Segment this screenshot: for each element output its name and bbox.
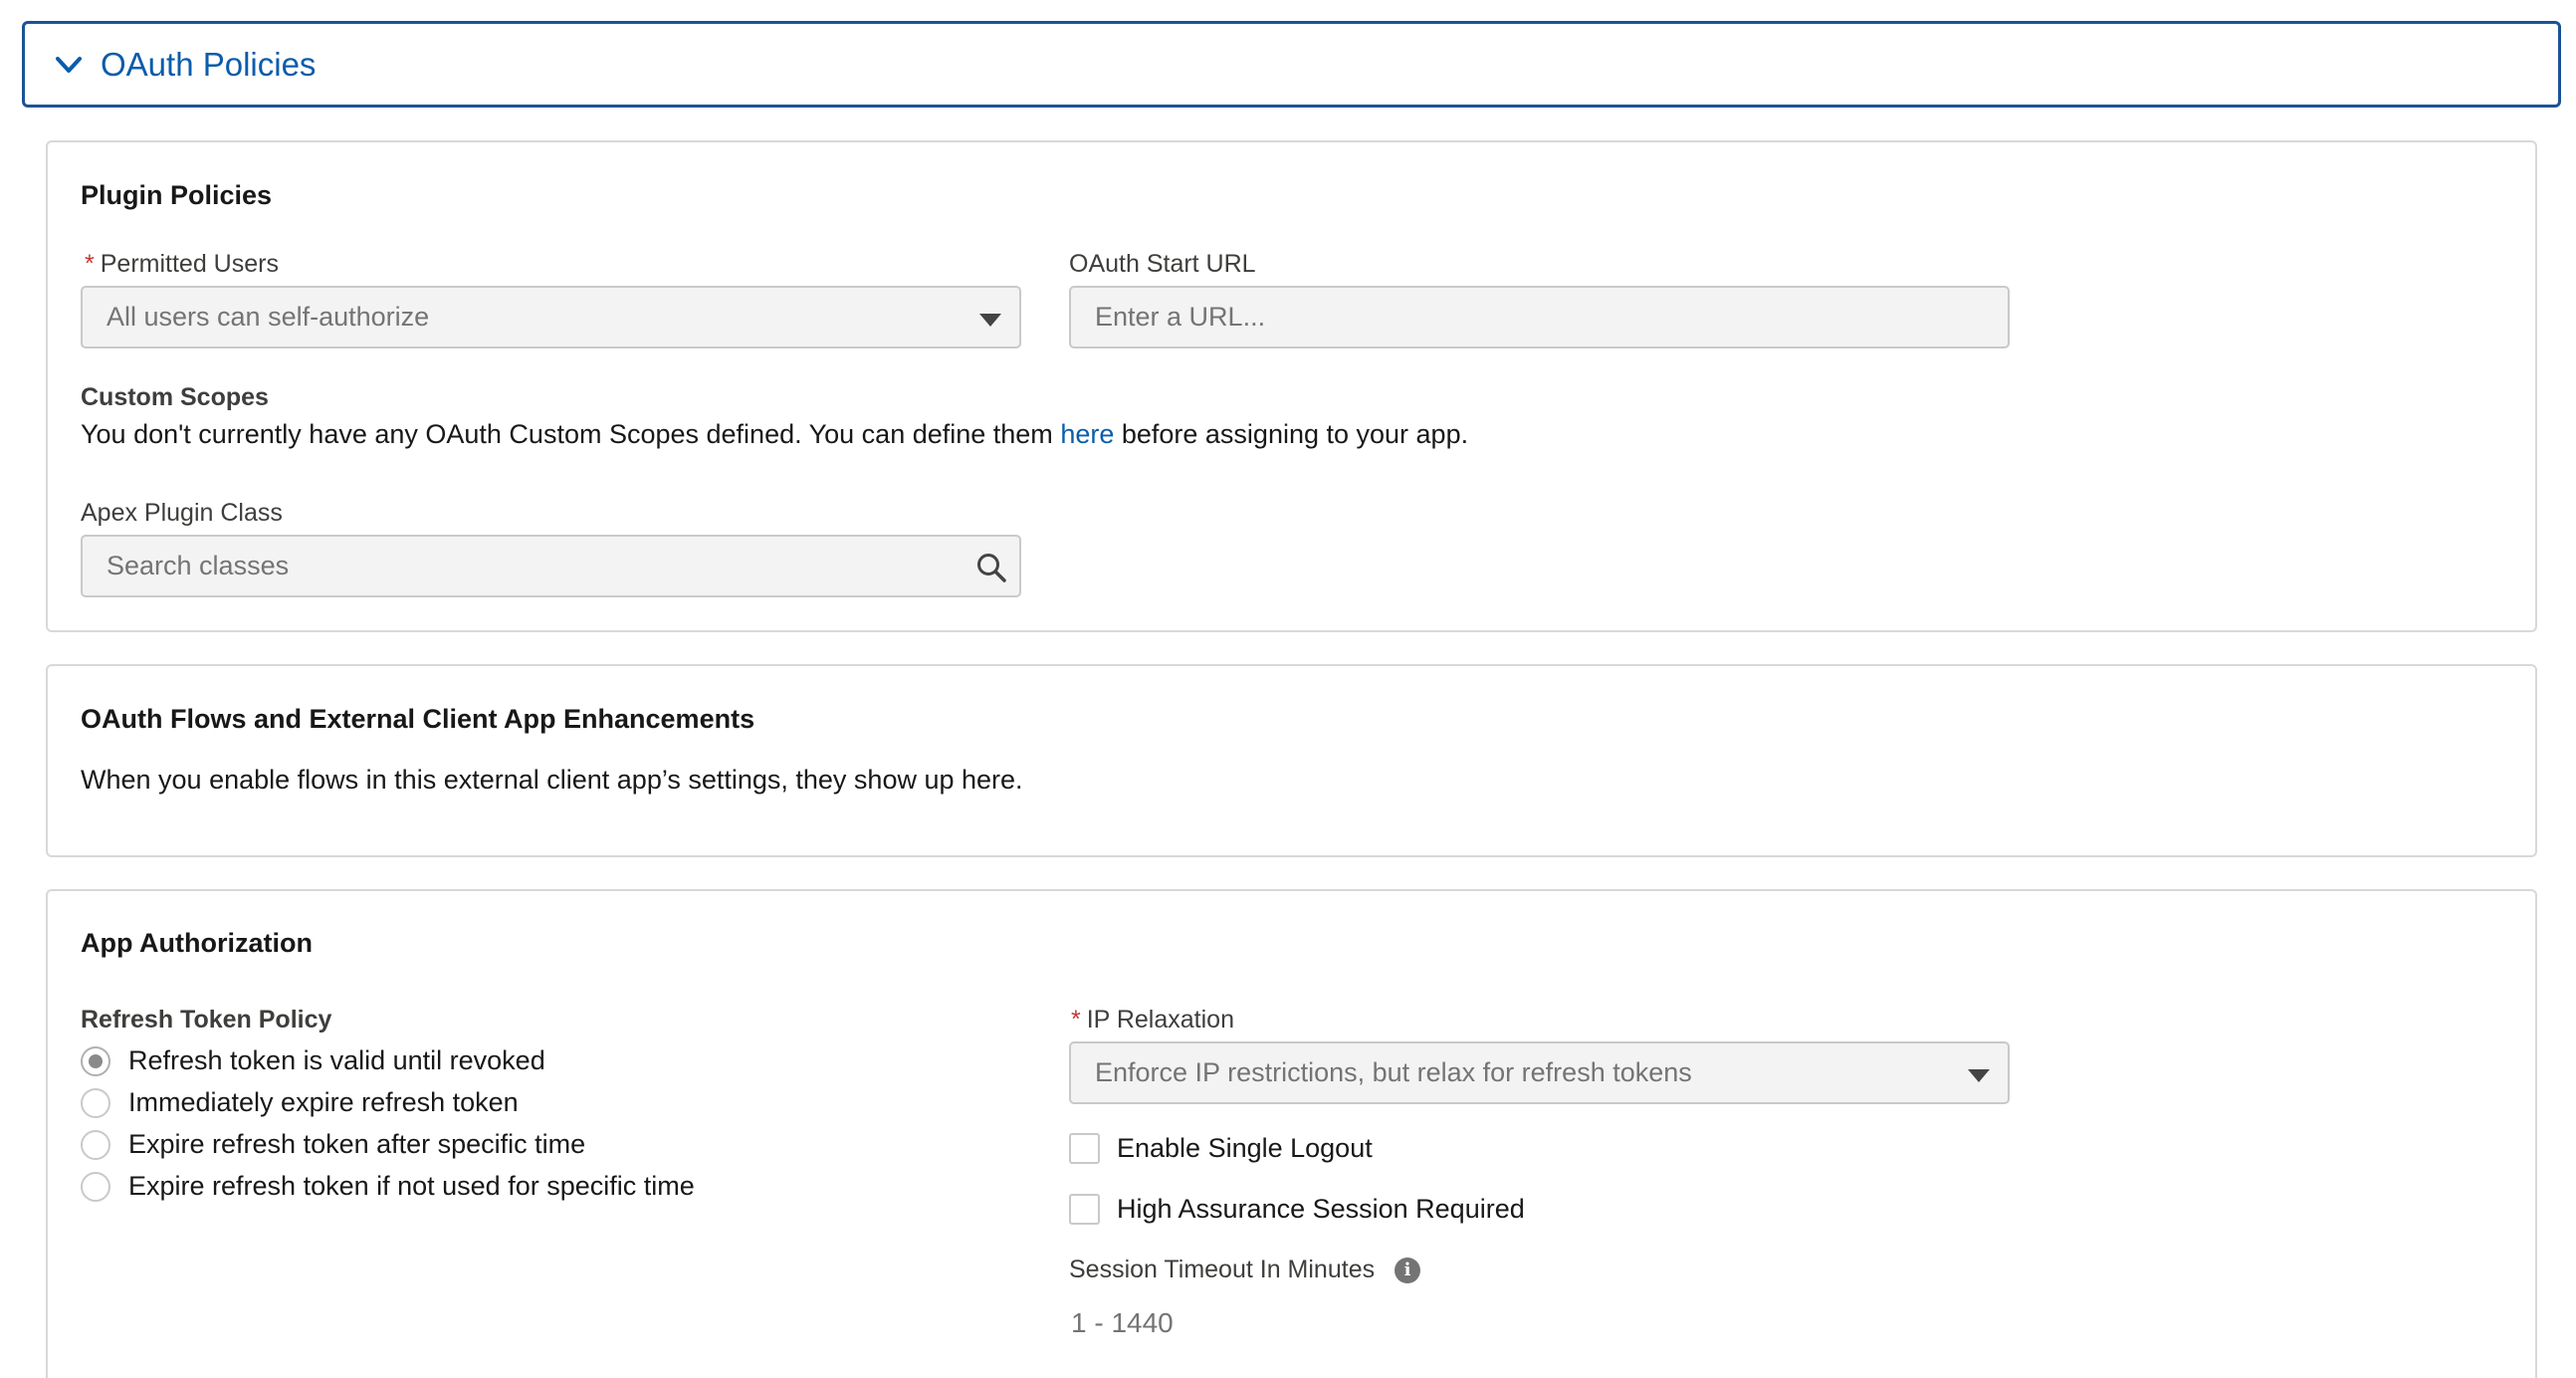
ip-relaxation-label-text: IP Relaxation bbox=[1086, 1006, 1234, 1034]
session-timeout-label: Session Timeout In Minutes i bbox=[1069, 1256, 1421, 1284]
oauth-flows-card: OAuth Flows and External Client App Enha… bbox=[46, 664, 2537, 857]
radio-button[interactable] bbox=[81, 1045, 110, 1076]
custom-scopes-text-before: You don't currently have any OAuth Custo… bbox=[81, 419, 1061, 449]
radio-option-expire-after-time[interactable]: Expire refresh token after specific time bbox=[81, 1129, 585, 1160]
session-timeout-hint[interactable]: 1 - 1440 bbox=[1071, 1307, 1174, 1339]
search-icon bbox=[977, 554, 1006, 582]
required-mark: * bbox=[1071, 1006, 1081, 1034]
chevron-down-icon[interactable] bbox=[49, 45, 89, 85]
oauth-flows-description: When you enable flows in this external c… bbox=[81, 765, 1023, 795]
required-mark: * bbox=[85, 250, 95, 278]
radio-option-immediately-expire[interactable]: Immediately expire refresh token bbox=[81, 1087, 519, 1118]
enable-single-logout-label: Enable Single Logout bbox=[1117, 1133, 1373, 1163]
high-assurance-label: High Assurance Session Required bbox=[1117, 1194, 1525, 1224]
apex-plugin-class-field[interactable] bbox=[81, 535, 1021, 597]
define-scopes-link[interactable]: here bbox=[1060, 419, 1114, 449]
radio-option-expire-if-unused[interactable]: Expire refresh token if not used for spe… bbox=[81, 1171, 695, 1202]
dropdown-caret-icon bbox=[979, 314, 1001, 327]
radio-option-label: Expire refresh token after specific time bbox=[128, 1129, 586, 1159]
session-timeout-label-text: Session Timeout In Minutes bbox=[1069, 1256, 1376, 1283]
custom-scopes-label: Custom Scopes bbox=[81, 383, 269, 411]
accordion-title: OAuth Policies bbox=[101, 45, 317, 83]
ip-relaxation-label: * IP Relaxation bbox=[1071, 1006, 1234, 1034]
high-assurance-checkbox[interactable] bbox=[1069, 1194, 1100, 1225]
radio-option-label: Expire refresh token if not used for spe… bbox=[128, 1171, 695, 1201]
oauth-start-url-label: OAuth Start URL bbox=[1069, 250, 1256, 278]
permitted-users-value: All users can self-authorize bbox=[107, 302, 430, 332]
apex-plugin-class-label: Apex Plugin Class bbox=[81, 499, 283, 527]
oauth-start-url-field[interactable] bbox=[1069, 286, 2010, 348]
radio-button[interactable] bbox=[81, 1087, 110, 1118]
plugin-policies-card: Plugin Policies * Permitted Users All us… bbox=[46, 140, 2537, 632]
custom-scopes-text: You don't currently have any OAuth Custo… bbox=[81, 419, 1468, 450]
permitted-users-select[interactable]: All users can self-authorize bbox=[81, 286, 1021, 348]
dropdown-caret-icon bbox=[1968, 1069, 1990, 1082]
permitted-users-label-text: Permitted Users bbox=[100, 250, 279, 278]
radio-button[interactable] bbox=[81, 1129, 110, 1160]
enable-single-logout-checkbox[interactable] bbox=[1069, 1133, 1100, 1164]
radio-button[interactable] bbox=[81, 1171, 110, 1202]
custom-scopes-text-after: before assigning to your app. bbox=[1114, 419, 1469, 449]
info-icon[interactable]: i bbox=[1395, 1257, 1421, 1283]
enable-single-logout-checkbox-row[interactable]: Enable Single Logout bbox=[1069, 1133, 1373, 1164]
radio-option-label: Refresh token is valid until revoked bbox=[128, 1045, 545, 1075]
refresh-token-policy-label: Refresh Token Policy bbox=[81, 1006, 332, 1034]
ip-relaxation-select[interactable]: Enforce IP restrictions, but relax for r… bbox=[1069, 1041, 2010, 1104]
radio-option-valid-until-revoked[interactable]: Refresh token is valid until revoked bbox=[81, 1045, 545, 1076]
app-authorization-card: App Authorization Refresh Token Policy R… bbox=[46, 889, 2537, 1378]
oauth-policies-accordion-header[interactable]: OAuth Policies bbox=[22, 21, 2561, 108]
permitted-users-label: * Permitted Users bbox=[85, 250, 279, 279]
oauth-start-url-input[interactable] bbox=[1095, 302, 2008, 333]
oauth-flows-title: OAuth Flows and External Client App Enha… bbox=[81, 704, 755, 734]
radio-option-label: Immediately expire refresh token bbox=[128, 1087, 519, 1117]
app-authorization-title: App Authorization bbox=[81, 928, 313, 958]
apex-plugin-class-input[interactable] bbox=[107, 551, 1019, 581]
ip-relaxation-value: Enforce IP restrictions, but relax for r… bbox=[1095, 1057, 1692, 1087]
plugin-policies-title: Plugin Policies bbox=[81, 180, 273, 210]
high-assurance-checkbox-row[interactable]: High Assurance Session Required bbox=[1069, 1194, 1525, 1225]
